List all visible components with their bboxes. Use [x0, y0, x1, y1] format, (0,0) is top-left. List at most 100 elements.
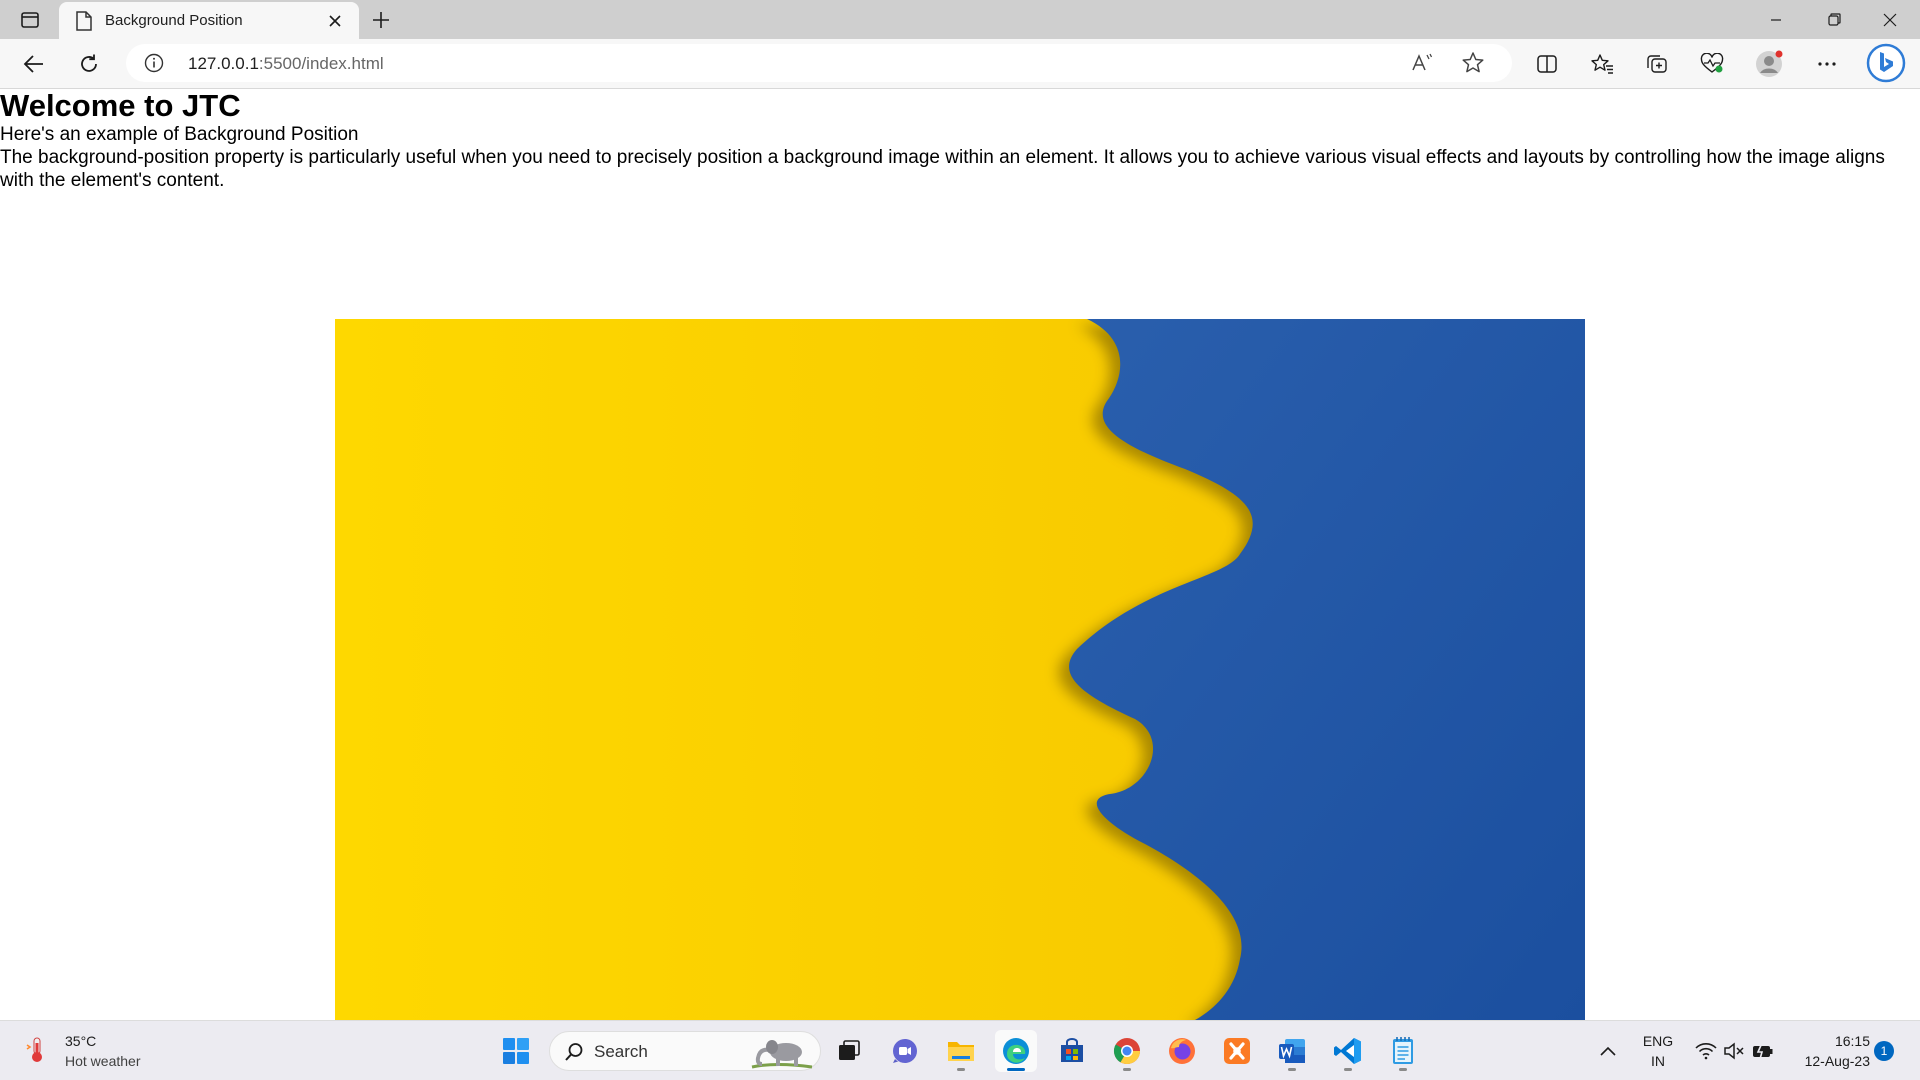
firefox-button[interactable]	[1161, 1030, 1203, 1072]
task-view-icon	[839, 1040, 860, 1060]
close-window-button[interactable]	[1862, 0, 1918, 39]
notepad-button[interactable]	[1382, 1030, 1424, 1072]
store-icon	[1061, 1038, 1083, 1062]
page-paragraph: The background-position property is part…	[0, 147, 1885, 191]
read-aloud-icon[interactable]	[1410, 51, 1436, 75]
favorites-icon	[1591, 54, 1613, 74]
edge-button[interactable]	[995, 1030, 1037, 1072]
battery-charging-icon	[1753, 1042, 1773, 1060]
volume-muted-icon	[1724, 1042, 1744, 1060]
profile-button[interactable]	[1753, 48, 1785, 80]
word-button[interactable]	[1271, 1030, 1313, 1072]
browser-toolbar: 127.0.0.1:5500/index.html	[0, 39, 1920, 89]
chrome-icon	[1113, 1038, 1141, 1065]
refresh-button[interactable]	[73, 48, 105, 80]
refresh-icon	[81, 54, 97, 72]
yellow-blue-wave-image	[335, 319, 1585, 1020]
thermometer-icon	[26, 1037, 42, 1062]
more-icon	[1818, 62, 1836, 66]
taskbar-search[interactable]: Search	[549, 1031, 821, 1071]
clock-date: 12-Aug-23	[1804, 1053, 1870, 1069]
quick-settings-button[interactable]	[1690, 1030, 1780, 1072]
teams-chat-icon	[893, 1039, 917, 1064]
plus-icon	[373, 12, 389, 28]
show-hidden-icons-button[interactable]	[1593, 1030, 1623, 1072]
search-icon	[565, 1043, 583, 1061]
close-icon	[329, 15, 341, 27]
xampp-icon	[1224, 1038, 1250, 1064]
xampp-button[interactable]	[1216, 1030, 1258, 1072]
start-button[interactable]	[495, 1030, 537, 1072]
settings-more-button[interactable]	[1811, 48, 1843, 80]
chrome-button[interactable]	[1106, 1030, 1148, 1072]
tab-actions-button[interactable]	[14, 6, 46, 34]
vscode-icon	[1334, 1038, 1361, 1064]
star-icon[interactable]	[1460, 51, 1486, 75]
clock-time: 16:15	[1834, 1033, 1870, 1049]
file-explorer-icon	[948, 1042, 974, 1061]
teams-chat-button[interactable]	[884, 1030, 926, 1072]
weather-description: Hot weather	[65, 1053, 141, 1069]
edge-icon	[1003, 1038, 1029, 1064]
minimize-icon	[1771, 18, 1781, 21]
weather-widget[interactable]: 35°C Hot weather	[20, 1029, 220, 1073]
running-indicator	[1288, 1068, 1296, 1071]
restore-icon	[1827, 13, 1841, 26]
tab-active[interactable]: Background Position	[59, 2, 359, 39]
close-icon	[1883, 13, 1897, 26]
address-bar[interactable]: 127.0.0.1:5500/index.html	[126, 44, 1512, 82]
wifi-icon	[1695, 1043, 1717, 1060]
url-host: 127.0.0.1	[188, 54, 259, 73]
tab-strip: Background Position	[0, 0, 1920, 39]
notepad-icon	[1393, 1037, 1413, 1064]
page-subheading: Here's an example of Background Position	[0, 124, 359, 145]
search-label: Search	[594, 1042, 648, 1061]
info-icon[interactable]	[144, 53, 164, 73]
running-indicator	[1344, 1068, 1352, 1071]
task-view-button[interactable]	[828, 1030, 870, 1072]
firefox-icon	[1169, 1038, 1195, 1064]
running-indicator	[1123, 1068, 1131, 1071]
tab-close-button[interactable]	[325, 11, 345, 31]
collections-button[interactable]	[1641, 48, 1673, 80]
chevron-up-icon	[1600, 1046, 1616, 1056]
split-screen-icon	[1537, 55, 1557, 73]
active-indicator	[1007, 1068, 1025, 1071]
page-heading: Welcome to JTC	[0, 89, 241, 123]
weather-temperature: 35°C	[65, 1033, 97, 1049]
page-content: Welcome to JTC Here's an example of Back…	[0, 89, 1920, 1020]
split-screen-button[interactable]	[1531, 48, 1563, 80]
file-explorer-button[interactable]	[940, 1030, 982, 1072]
language-code: ENG	[1642, 1033, 1674, 1049]
restore-button[interactable]	[1806, 0, 1862, 39]
collections-icon	[1647, 55, 1667, 73]
elephant-icon	[751, 1040, 813, 1069]
avatar	[1756, 50, 1783, 77]
clock[interactable]: 16:15 12-Aug-23	[1778, 1031, 1870, 1071]
store-button[interactable]	[1051, 1030, 1093, 1072]
page-icon	[76, 11, 92, 31]
url-path: :5500/index.html	[258, 54, 384, 73]
notification-badge[interactable]: 1	[1874, 1041, 1894, 1061]
running-indicator	[1399, 1068, 1407, 1071]
heart-pulse-icon	[1700, 53, 1724, 73]
background-image	[335, 319, 1585, 1020]
minimize-button[interactable]	[1748, 0, 1804, 39]
new-tab-button[interactable]	[368, 7, 394, 33]
word-icon	[1279, 1039, 1305, 1063]
taskbar: 35°C Hot weather Search ENG IN 16:15 12-…	[0, 1020, 1920, 1080]
windows-start-icon	[503, 1038, 529, 1064]
favorites-button[interactable]	[1586, 48, 1618, 80]
arrow-left-icon	[23, 55, 43, 73]
address-url[interactable]: 127.0.0.1:5500/index.html	[188, 54, 384, 74]
language-indicator[interactable]: ENG IN	[1636, 1031, 1680, 1071]
browser-essentials-button[interactable]	[1696, 48, 1728, 80]
bing-chat-button[interactable]	[1866, 43, 1906, 83]
back-button[interactable]	[18, 48, 50, 80]
tab-title: Background Position	[105, 12, 243, 29]
running-indicator	[957, 1068, 965, 1071]
bing-icon	[1866, 43, 1906, 83]
tab-actions-icon	[21, 12, 39, 28]
vscode-button[interactable]	[1327, 1030, 1369, 1072]
region-code: IN	[1651, 1053, 1665, 1069]
